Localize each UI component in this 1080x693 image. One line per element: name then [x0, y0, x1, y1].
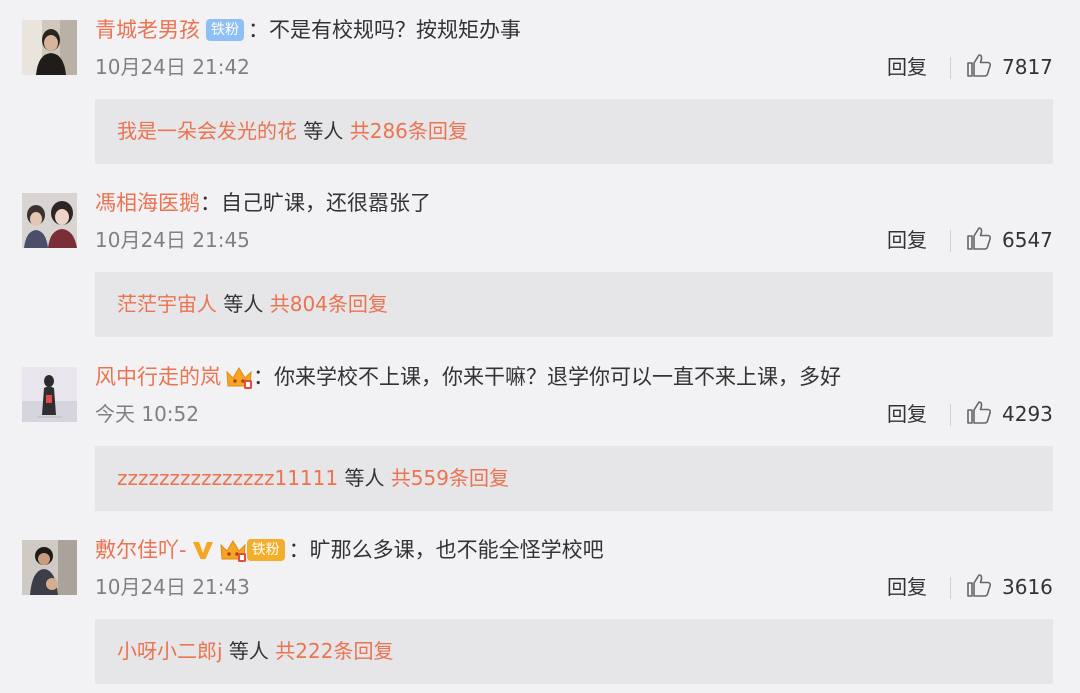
- reply-user-link[interactable]: 小呀小二郎j: [117, 639, 223, 663]
- reply-user-link[interactable]: 茫茫宇宙人: [117, 292, 217, 316]
- like-button[interactable]: 6547: [966, 223, 1053, 257]
- reply-button[interactable]: 回复: [887, 399, 927, 429]
- divider: [950, 230, 951, 252]
- reply-button[interactable]: 回复: [887, 572, 927, 602]
- reply-count-link[interactable]: 共804条回复: [270, 292, 388, 316]
- reply-user-link[interactable]: 我是一朵会发光的花: [117, 119, 297, 143]
- comment-text: 自己旷课，还很嚣张了: [221, 191, 431, 215]
- comment-header: 青城老男孩 铁粉 ： 不是有校规吗？按规矩办事: [95, 13, 521, 47]
- reply-others-label: 等人: [338, 466, 391, 490]
- separator: ：: [253, 365, 274, 389]
- separator: ：: [200, 191, 221, 215]
- reply-summary[interactable]: 茫茫宇宙人 等人 共804条回复: [95, 272, 1053, 337]
- like-button[interactable]: 3616: [966, 570, 1053, 604]
- username-link[interactable]: 敷尔佳吖-: [95, 533, 187, 567]
- comment-time: 今天 10:52: [95, 402, 199, 426]
- avatar[interactable]: [22, 367, 77, 422]
- like-count: 6547: [1002, 228, 1053, 252]
- comment-text: 旷那么多课，也不能全怪学校吧: [309, 538, 604, 562]
- reply-count-link[interactable]: 共559条回复: [391, 466, 509, 490]
- vip-crown-icon[interactable]: [225, 364, 253, 390]
- vip-crown-icon[interactable]: [219, 537, 247, 563]
- fan-badge[interactable]: 铁粉: [246, 539, 285, 561]
- like-count: 4293: [1002, 402, 1053, 426]
- thumbs-up-icon: [966, 572, 992, 602]
- reply-count-link[interactable]: 共222条回复: [275, 639, 393, 663]
- comment-header: 敷尔佳吖- 铁粉 ： 旷那么多课，也不能全怪学校吧: [95, 533, 604, 567]
- separator: ：: [288, 538, 310, 562]
- like-count: 3616: [1002, 575, 1053, 599]
- fan-badge[interactable]: 铁粉: [206, 19, 244, 41]
- reply-summary[interactable]: 我是一朵会发光的花 等人 共286条回复: [95, 99, 1053, 164]
- avatar[interactable]: [22, 193, 77, 248]
- comment-item: 风中行走的岚 ： 你来学校不上课，你来干嘛？退学你可以一直不来上课，多好 今天 …: [0, 347, 1080, 520]
- comment-item: 馮相海医鹅 ： 自己旷课，还很嚣张了 10月24日 21:45 回复 6547 …: [0, 173, 1080, 346]
- reply-others-label: 等人: [217, 292, 270, 316]
- thumbs-up-icon: [966, 225, 992, 255]
- verified-v-icon[interactable]: [191, 538, 215, 562]
- reply-user-link[interactable]: zzzzzzzzzzzzzzz11111: [117, 466, 338, 490]
- username-link[interactable]: 青城老男孩: [95, 13, 200, 47]
- comment-item: 青城老男孩 铁粉 ： 不是有校规吗？按规矩办事 10月24日 21:42 回复 …: [0, 0, 1080, 173]
- thumbs-up-icon: [966, 52, 992, 82]
- thumbs-up-icon: [966, 399, 992, 429]
- avatar[interactable]: [22, 20, 77, 75]
- reply-button[interactable]: 回复: [887, 225, 927, 255]
- comment-item: 敷尔佳吖- 铁粉 ： 旷那么多课，也不能全怪学校吧 10月24日 21:43 回…: [0, 520, 1080, 693]
- username-link[interactable]: 风中行走的岚: [95, 360, 221, 394]
- divider: [950, 404, 951, 426]
- like-button[interactable]: 7817: [966, 50, 1053, 84]
- comment-time: 10月24日 21:43: [95, 575, 250, 599]
- comment-header: 风中行走的岚 ： 你来学校不上课，你来干嘛？退学你可以一直不来上课，多好: [95, 360, 841, 394]
- comment-text: 不是有校规吗？按规矩办事: [269, 18, 521, 42]
- reply-others-label: 等人: [297, 119, 350, 143]
- reply-summary[interactable]: zzzzzzzzzzzzzzz11111 等人 共559条回复: [95, 446, 1053, 511]
- reply-others-label: 等人: [222, 639, 276, 663]
- reply-count-link[interactable]: 共286条回复: [350, 119, 468, 143]
- avatar[interactable]: [22, 540, 77, 595]
- separator: ：: [248, 18, 269, 42]
- comment-time: 10月24日 21:42: [95, 55, 250, 79]
- username-link[interactable]: 馮相海医鹅: [95, 186, 200, 220]
- comment-header: 馮相海医鹅 ： 自己旷课，还很嚣张了: [95, 186, 431, 220]
- reply-button[interactable]: 回复: [887, 52, 927, 82]
- divider: [950, 577, 951, 599]
- like-button[interactable]: 4293: [966, 397, 1053, 431]
- comment-text: 你来学校不上课，你来干嘛？退学你可以一直不来上课，多好: [274, 365, 841, 389]
- reply-summary[interactable]: 小呀小二郎j 等人 共222条回复: [95, 619, 1053, 684]
- comment-time: 10月24日 21:45: [95, 228, 250, 252]
- divider: [950, 57, 951, 79]
- like-count: 7817: [1002, 55, 1053, 79]
